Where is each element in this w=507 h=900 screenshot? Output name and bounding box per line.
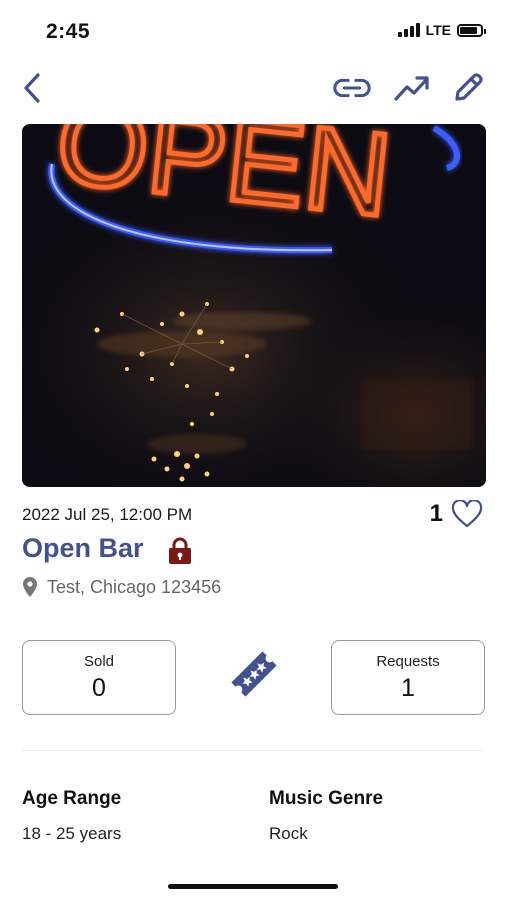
analytics-button[interactable] [392, 68, 432, 108]
event-datetime: 2022 Jul 25, 12:00 PM [22, 505, 193, 524]
status-indicators: LTE [397, 22, 486, 38]
network-type: LTE [425, 22, 451, 38]
age-range-label: Age Range [22, 788, 122, 809]
event-title: Open Bar [22, 533, 144, 563]
section-divider [22, 750, 484, 751]
sold-value: 0 [92, 674, 106, 702]
event-image: OPEN [22, 124, 486, 487]
heart-icon [451, 500, 483, 528]
link-icon [333, 78, 371, 98]
music-genre-value: Rock [269, 824, 308, 843]
cellular-signal-icon [397, 23, 420, 37]
map-pin-icon [23, 577, 37, 597]
like-button[interactable]: 1 [430, 500, 483, 528]
lock-icon [167, 537, 193, 570]
location-text: Test, Chicago 123456 [47, 576, 222, 597]
age-range-value: 18 - 25 years [22, 824, 122, 843]
event-location: Test, Chicago 123456 [22, 576, 221, 598]
back-button[interactable] [12, 68, 52, 108]
sold-label: Sold [83, 653, 115, 670]
requests-label: Requests [376, 653, 440, 670]
edit-pencil-icon [455, 73, 483, 101]
requests-value: 1 [401, 674, 415, 702]
sold-card: Sold 0 [22, 640, 176, 715]
ticket-icon [231, 651, 277, 697]
ticket-button[interactable] [226, 646, 282, 707]
battery-icon [457, 23, 486, 37]
like-count: 1 [429, 500, 443, 527]
edit-button[interactable] [448, 68, 488, 108]
music-genre-label: Music Genre [269, 788, 384, 809]
neon-open-sign-image: OPEN [22, 124, 486, 487]
trending-up-icon [394, 76, 429, 101]
home-indicator[interactable] [168, 884, 338, 889]
requests-card[interactable]: Requests 1 [331, 640, 485, 715]
status-time: 2:45 [46, 20, 91, 43]
share-link-button[interactable] [332, 68, 372, 108]
chevron-left-icon [24, 73, 40, 103]
